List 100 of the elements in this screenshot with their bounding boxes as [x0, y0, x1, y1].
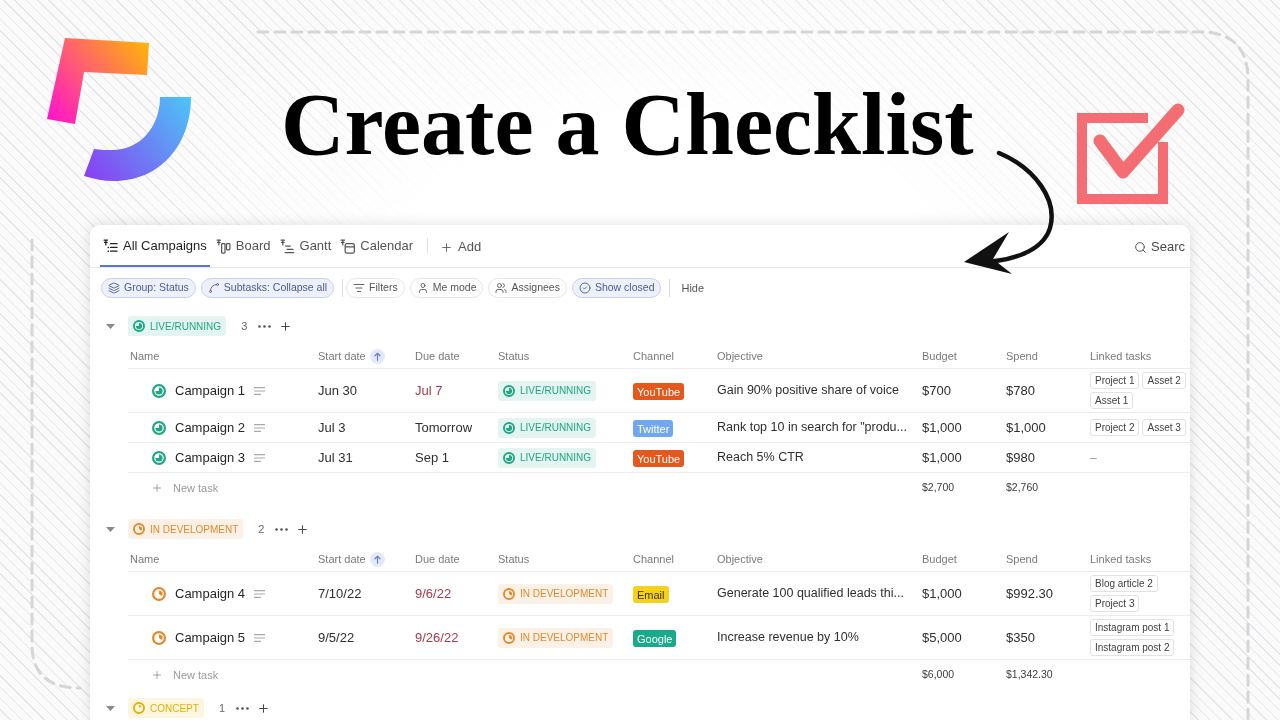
due-date: Jul 7: [415, 381, 444, 400]
spend-total: $1,342.30: [1006, 667, 1054, 683]
channel-tag: YouTube: [633, 383, 685, 401]
task-name[interactable]: Campaign 4: [175, 583, 246, 604]
plus-icon[interactable]: [296, 522, 310, 536]
toolbar-chip[interactable]: Filters: [346, 278, 405, 298]
status-icon: [152, 450, 166, 465]
spend-value: $350: [1006, 628, 1036, 647]
toolbar-chip[interactable]: Me mode: [409, 278, 484, 298]
column-header[interactable]: Status: [498, 347, 530, 365]
status-text: IN DEVELOPMENT: [520, 631, 609, 645]
status-text: LIVE/RUNNING: [520, 421, 592, 435]
view-tab[interactable]: Gantt: [276, 225, 335, 267]
linked-task-tag[interactable]: Project 3: [1090, 595, 1140, 612]
logo-icon: [45, 37, 193, 183]
budget-value: $1,000: [922, 448, 963, 467]
view-tab[interactable]: Calendar: [337, 225, 417, 267]
budget-value: $700: [922, 381, 952, 400]
task-count: 3: [241, 318, 248, 334]
column-header[interactable]: Status: [498, 550, 530, 568]
task-name[interactable]: Campaign 2: [175, 417, 246, 438]
status-group-label: LIVE/RUNNING: [150, 319, 222, 334]
caret-icon[interactable]: [106, 321, 115, 331]
linked-task-tag[interactable]: Project 1: [1090, 372, 1140, 389]
description-icon: [254, 453, 266, 462]
search-icon: [1134, 240, 1147, 254]
objective-text: Gain 90% positive share of voice: [717, 382, 901, 400]
status-icon: [503, 421, 515, 434]
column-header[interactable]: Linked tasks: [1090, 347, 1152, 365]
plus-icon[interactable]: [257, 701, 271, 715]
task-name[interactable]: Campaign 3: [175, 447, 246, 468]
view-tab[interactable]: All Campaigns: [100, 225, 210, 267]
status-text: IN DEVELOPMENT: [520, 587, 609, 601]
column-header[interactable]: Name: [130, 550, 160, 568]
objective-text: Rank top 10 in search for "produ...: [717, 419, 908, 437]
people-icon: [495, 282, 508, 294]
channel-tag: Google: [633, 630, 677, 648]
due-date: Tomorrow: [415, 418, 474, 437]
linked-task-tag[interactable]: Asset 2: [1142, 372, 1186, 389]
column-header[interactable]: Channel: [633, 347, 674, 365]
spend-value: $992.30: [1006, 584, 1054, 603]
linked-task-tag[interactable]: Project 2: [1090, 419, 1140, 436]
budget-value: $5,000: [922, 628, 963, 647]
objective-text: Reach 5% CTR: [717, 449, 805, 467]
search-input[interactable]: Searc: [1151, 237, 1186, 257]
status-icon: [503, 384, 515, 397]
column-header[interactable]: Spend: [1006, 550, 1038, 568]
column-header[interactable]: Budget: [922, 347, 957, 365]
plus-icon[interactable]: [279, 319, 293, 333]
more-icon[interactable]: [236, 706, 250, 710]
column-header[interactable]: Due date: [415, 347, 460, 365]
board-icon: [215, 238, 231, 254]
page-title: Create a Checklist: [281, 81, 974, 169]
description-icon: [254, 589, 266, 598]
task-name[interactable]: Campaign 5: [175, 627, 246, 648]
column-header[interactable]: Due date: [415, 550, 460, 568]
status-group-label: CONCEPT: [150, 701, 199, 716]
plus-icon: [151, 482, 163, 494]
list-icon: [103, 238, 118, 254]
column-header[interactable]: Budget: [922, 550, 957, 568]
description-icon: [254, 633, 266, 642]
toolbar-chip[interactable]: Assignees: [488, 278, 567, 298]
spend-value: $980: [1006, 448, 1036, 467]
toolbar-chip[interactable]: Show closed: [571, 278, 662, 298]
status-icon: [152, 420, 166, 435]
filter-icon: [353, 282, 366, 294]
column-header[interactable]: Start date: [318, 347, 366, 365]
hide-button[interactable]: Hide: [681, 279, 705, 297]
status-text: LIVE/RUNNING: [520, 384, 592, 398]
column-header[interactable]: Spend: [1006, 347, 1038, 365]
linked-task-tag[interactable]: Instagram post 1: [1090, 619, 1175, 636]
linked-task-tag[interactable]: Asset 3: [1142, 419, 1186, 436]
view-tab[interactable]: Board: [212, 225, 274, 267]
status-text: LIVE/RUNNING: [520, 451, 592, 465]
linked-task-tag[interactable]: Blog article 2: [1090, 575, 1158, 592]
spend-total: $2,760: [1006, 480, 1040, 496]
column-header[interactable]: Start date: [318, 550, 366, 568]
more-icon[interactable]: [258, 324, 272, 328]
linked-task-tag[interactable]: Instagram post 2: [1090, 639, 1175, 656]
plus-icon: [151, 669, 163, 681]
toolbar-chip[interactable]: Group: Status: [101, 278, 196, 298]
column-header[interactable]: Objective: [717, 550, 763, 568]
status-icon: [152, 586, 166, 601]
column-header[interactable]: Channel: [633, 550, 674, 568]
budget-value: $1,000: [922, 418, 963, 437]
status-icon: [152, 383, 166, 398]
linked-task-tag[interactable]: Asset 1: [1090, 392, 1134, 409]
toolbar-chip[interactable]: Subtasks: Collapse all: [200, 278, 335, 298]
column-header[interactable]: Linked tasks: [1090, 550, 1152, 568]
channel-tag: Twitter: [633, 420, 674, 438]
caret-icon[interactable]: [106, 524, 115, 534]
add-view-button[interactable]: Add: [440, 225, 482, 267]
budget-value: $1,000: [922, 584, 963, 603]
column-header[interactable]: Name: [130, 347, 160, 365]
more-icon[interactable]: [275, 527, 289, 531]
layers-icon: [108, 282, 120, 294]
task-name[interactable]: Campaign 1: [175, 380, 246, 401]
task-count: 1: [218, 700, 226, 716]
column-header[interactable]: Objective: [717, 347, 763, 365]
caret-icon[interactable]: [106, 703, 115, 713]
